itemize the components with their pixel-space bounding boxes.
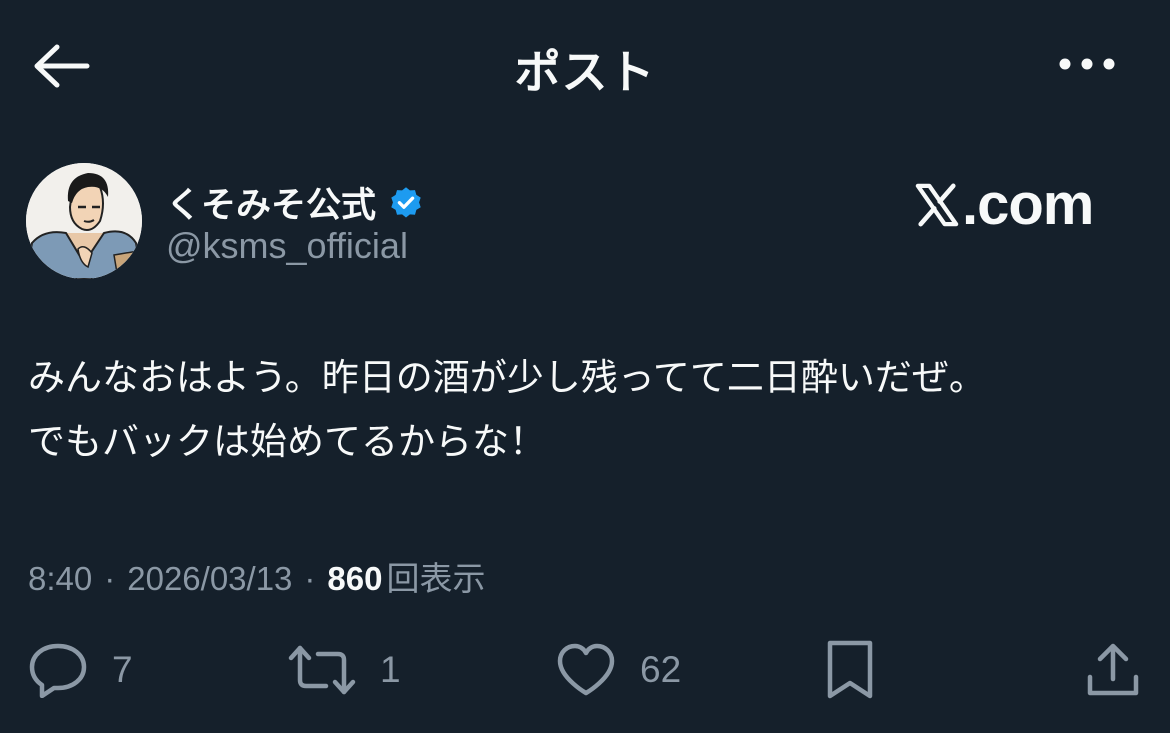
display-name-row[interactable]: くそみそ公式 (166, 177, 424, 228)
reply-button[interactable]: 7 (28, 630, 133, 710)
tweet-text: みんなおはよう。昨日の酒が少し残ってて二日酔いだぜ。 でもバックは始めてるからな… (28, 346, 1148, 474)
action-bar: 7 1 62 (0, 630, 1170, 710)
author-block: くそみそ公式 @ksms_official .com (26, 163, 1156, 283)
bookmark-icon (827, 640, 873, 699)
more-options-button[interactable] (1050, 42, 1124, 86)
x-com-watermark: .com (914, 171, 1094, 238)
tweet-meta: 8:40 · 2026/03/13 · 860 回表示 (28, 552, 485, 600)
share-button[interactable] (1084, 630, 1142, 710)
like-button[interactable]: 62 (556, 630, 681, 710)
retweet-icon (288, 645, 356, 695)
watermark-text: .com (962, 172, 1094, 237)
verified-badge-icon (391, 186, 421, 218)
share-icon (1087, 643, 1139, 696)
tweet-line: みんなおはよう。昨日の酒が少し残ってて二日酔いだぜ。 (28, 356, 986, 399)
post-time[interactable]: 8:40 (28, 560, 92, 598)
reply-icon (29, 643, 87, 698)
more-dots-icon (1059, 58, 1115, 70)
views-label: 回表示 (386, 560, 486, 597)
meta-separator: · (104, 560, 116, 597)
tweet-line: でもバックは始めてるからな！ (28, 420, 546, 463)
retweet-count: 1 (380, 649, 401, 690)
retweet-button[interactable]: 1 (288, 630, 401, 710)
views-count: 860 (327, 560, 383, 597)
heart-icon (557, 643, 615, 696)
top-bar: ポスト (0, 0, 1170, 130)
like-count: 62 (640, 649, 682, 690)
page-title: ポスト (514, 45, 656, 99)
avatar[interactable] (26, 163, 142, 279)
x-logo-icon (915, 183, 959, 226)
avatar-illustration (26, 163, 142, 279)
reply-count: 7 (112, 649, 133, 690)
meta-separator: · (304, 560, 316, 597)
display-name: くそみそ公式 (166, 186, 377, 226)
post-date[interactable]: 2026/03/13 (127, 560, 292, 598)
user-handle[interactable]: @ksms_official (166, 225, 408, 267)
bookmark-button[interactable] (826, 630, 874, 710)
